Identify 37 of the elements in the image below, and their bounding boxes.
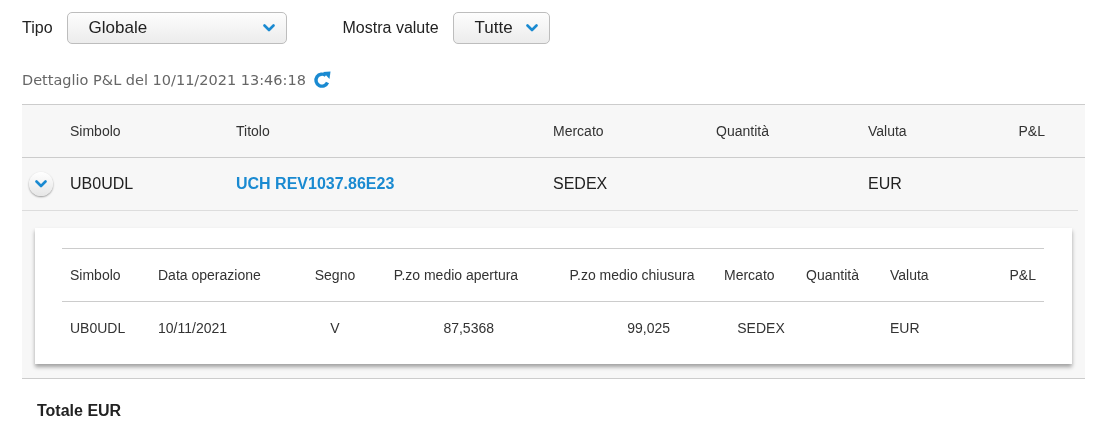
filter-label: Mostra valute [342,19,439,37]
table-cell-text: EUR [868,175,903,193]
column-header: Mercato [716,249,798,302]
column-header: Quantità [798,249,882,302]
column-header: Titolo [236,123,271,139]
column-header: P.zo medio chiusura [540,249,716,302]
total-label: Totale EUR [36,401,123,421]
expand-toggle[interactable] [29,172,53,196]
column-header: Segno [298,249,364,302]
column-header: Data operazione [150,249,298,302]
table-cell-text: 99,025 [626,319,671,338]
column-header: Valuta [868,123,908,139]
caret-icon [35,180,47,188]
caret-icon [262,24,275,32]
column-header: P.zo medio apertura [364,249,540,302]
column-header: Valuta [882,249,968,302]
security-link[interactable]: UCH REV1037.86E23 [236,175,553,193]
table-cell-text: UB0UDL [69,319,127,338]
table-cell-text: EUR [889,319,921,338]
dropdown[interactable]: Globale [66,12,287,44]
column-header: Mercato [553,123,605,139]
table-cell-text: UB0UDL [70,175,135,193]
filter-label: Tipo [22,19,53,37]
column-header: P&L [1018,123,1046,139]
table-cell-text: V [329,319,341,338]
column-header: Simbolo [62,249,150,302]
table-cell-text: SEDEX [553,175,609,193]
timestamp-text: Dettaglio P&L del 10/11/2021 13:46:18 [22,72,306,88]
caret-icon [525,24,538,32]
table-cell-text: 10/11/2021 [157,319,229,338]
refresh-icon[interactable] [311,70,332,90]
table-cell-text: SEDEX [736,319,786,338]
column-header: P&L [968,249,1044,302]
dropdown[interactable]: Tutte [452,12,550,44]
column-header: Simbolo [70,123,122,139]
table-cell-text: 87,5368 [442,319,495,338]
column-header: Quantità [716,123,770,139]
